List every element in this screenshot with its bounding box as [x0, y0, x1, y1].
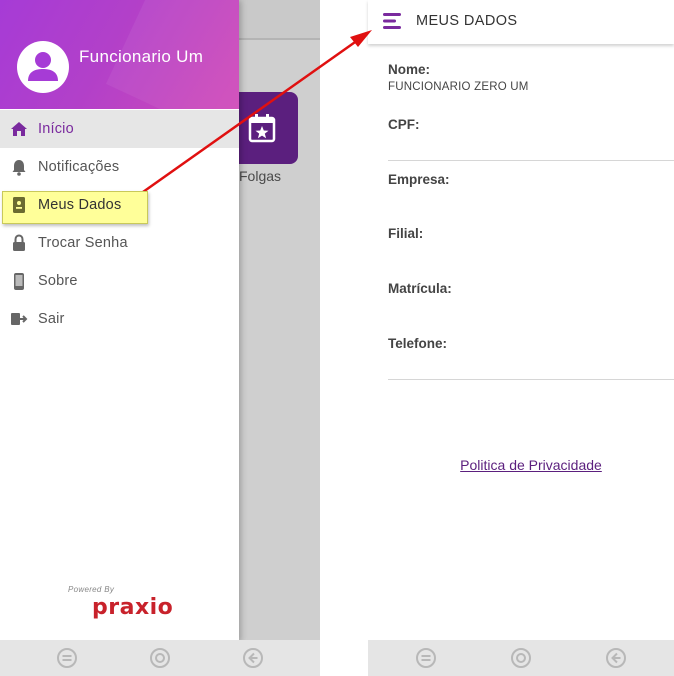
- cpf-label: CPF:: [388, 117, 420, 132]
- menu-item-label: Notificações: [38, 159, 120, 175]
- user-name: Funcionario Um: [79, 47, 204, 66]
- home-circle-icon[interactable]: [510, 647, 532, 669]
- right-phone-screen: MEUS DADOS Nome: FUNCIONARIO ZERO UM CPF…: [368, 0, 674, 676]
- folgas-label: Folgas: [239, 168, 282, 184]
- phone-icon: [10, 272, 28, 290]
- menu-circle-icon[interactable]: [415, 647, 437, 669]
- hamburger-menu-icon[interactable]: [383, 12, 403, 30]
- left-system-nav-bar: [0, 640, 320, 676]
- calendar-star-icon: [248, 114, 276, 143]
- navigation-drawer: Funcionario Um Início Notificações Meus …: [0, 0, 239, 642]
- home-circle-icon[interactable]: [149, 647, 171, 669]
- divider: [388, 160, 674, 161]
- menu-item-meus-dados[interactable]: Meus Dados: [0, 186, 239, 224]
- filial-label: Filial:: [388, 226, 424, 241]
- user-icon: [28, 52, 58, 81]
- menu-item-inicio[interactable]: Início: [0, 110, 239, 148]
- empresa-label: Empresa:: [388, 172, 450, 187]
- menu-item-label: Sair: [38, 311, 65, 327]
- avatar: [17, 41, 69, 93]
- menu-circle-icon[interactable]: [56, 647, 78, 669]
- menu-item-label: Trocar Senha: [38, 235, 128, 251]
- menu-item-sobre[interactable]: Sobre: [0, 262, 239, 300]
- matricula-label: Matrícula:: [388, 281, 452, 296]
- menu-item-label: Início: [38, 121, 74, 137]
- screenshot-canvas: Folgas Funcionario Um Início Notificaçõe…: [0, 0, 674, 676]
- menu-item-label: Meus Dados: [38, 197, 122, 213]
- id-badge-icon: [10, 196, 28, 214]
- menu-item-label: Sobre: [38, 273, 78, 289]
- lock-icon: [10, 234, 28, 252]
- menu-item-trocar-senha[interactable]: Trocar Senha: [0, 224, 239, 262]
- home-icon: [10, 120, 28, 138]
- back-circle-icon[interactable]: [605, 647, 627, 669]
- powered-by-text: Powered By: [68, 585, 115, 594]
- drawer-menu: Início Notificações Meus Dados Trocar Se…: [0, 110, 239, 338]
- nome-label: Nome:: [388, 62, 431, 77]
- right-system-nav-bar: [368, 640, 674, 676]
- telefone-label: Telefone:: [388, 336, 448, 351]
- page-title: MEUS DADOS: [416, 13, 518, 29]
- divider: [388, 379, 674, 380]
- drawer-header: Funcionario Um: [0, 0, 239, 109]
- back-circle-icon[interactable]: [242, 647, 264, 669]
- praxio-logo: praxio: [92, 595, 174, 620]
- nome-value: FUNCIONARIO ZERO UM: [388, 81, 529, 93]
- app-header: MEUS DADOS: [368, 0, 674, 44]
- privacy-policy-link[interactable]: Politica de Privacidade: [378, 457, 674, 473]
- bell-icon: [10, 158, 28, 176]
- background-app-bar: [239, 0, 320, 40]
- left-phone-screen: Folgas Funcionario Um Início Notificaçõe…: [0, 0, 320, 676]
- logout-icon: [10, 310, 28, 328]
- menu-item-sair[interactable]: Sair: [0, 300, 239, 338]
- menu-item-notificacoes[interactable]: Notificações: [0, 148, 239, 186]
